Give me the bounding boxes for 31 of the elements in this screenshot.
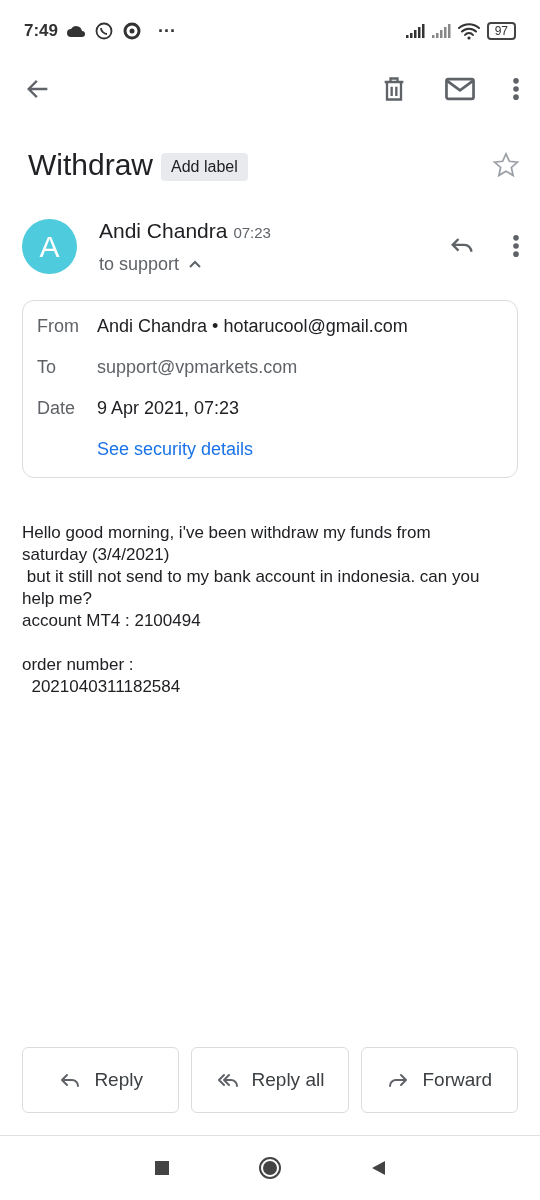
wifi-icon — [456, 21, 481, 41]
reply-all-button[interactable]: Reply all — [191, 1047, 349, 1113]
sender-name: Andi Chandra — [99, 218, 228, 244]
add-label-button[interactable]: Add label — [161, 152, 248, 181]
signal-icon — [404, 23, 425, 39]
email-time: 07:23 — [233, 223, 271, 243]
home-button[interactable] — [258, 1156, 282, 1180]
status-time: 7:49 — [24, 20, 59, 43]
recents-button[interactable] — [154, 1160, 170, 1176]
detail-label: From — [37, 314, 80, 338]
more-options-button[interactable] — [512, 75, 520, 103]
cloud-icon — [66, 23, 87, 39]
mail-button[interactable] — [444, 75, 476, 103]
star-button[interactable] — [492, 150, 520, 179]
reply-button[interactable]: Reply — [22, 1047, 180, 1113]
detail-label: To — [37, 355, 57, 379]
sender-avatar: A — [22, 218, 77, 274]
recipients-toggle[interactable]: to support — [99, 250, 271, 278]
security-details-link[interactable]: See security details — [97, 435, 503, 463]
target-icon — [122, 21, 143, 41]
forward-button[interactable]: Forward — [360, 1047, 518, 1113]
detail-value: Andi Chandra • hotarucool@gmail.com — [97, 314, 409, 338]
detail-label: Date — [37, 396, 77, 420]
email-subject: Withdraw — [28, 147, 154, 183]
detail-value: 9 Apr 2021, 07:23 — [97, 396, 241, 420]
signal-icon — [430, 23, 451, 39]
detail-value: support@vpmarkets.com — [97, 355, 299, 379]
back-nav-button[interactable] — [370, 1160, 386, 1176]
more-notifications: ··· — [158, 19, 176, 43]
email-body: Hello good morning, i've been withdraw my funds from saturday (3/4/2021) but it still not send to my bank account in indonesia. can you help me? account MT4 : 2100494 order number : 2021040311182584 — [21, 521, 481, 698]
battery-indicator: 97 — [486, 22, 516, 40]
